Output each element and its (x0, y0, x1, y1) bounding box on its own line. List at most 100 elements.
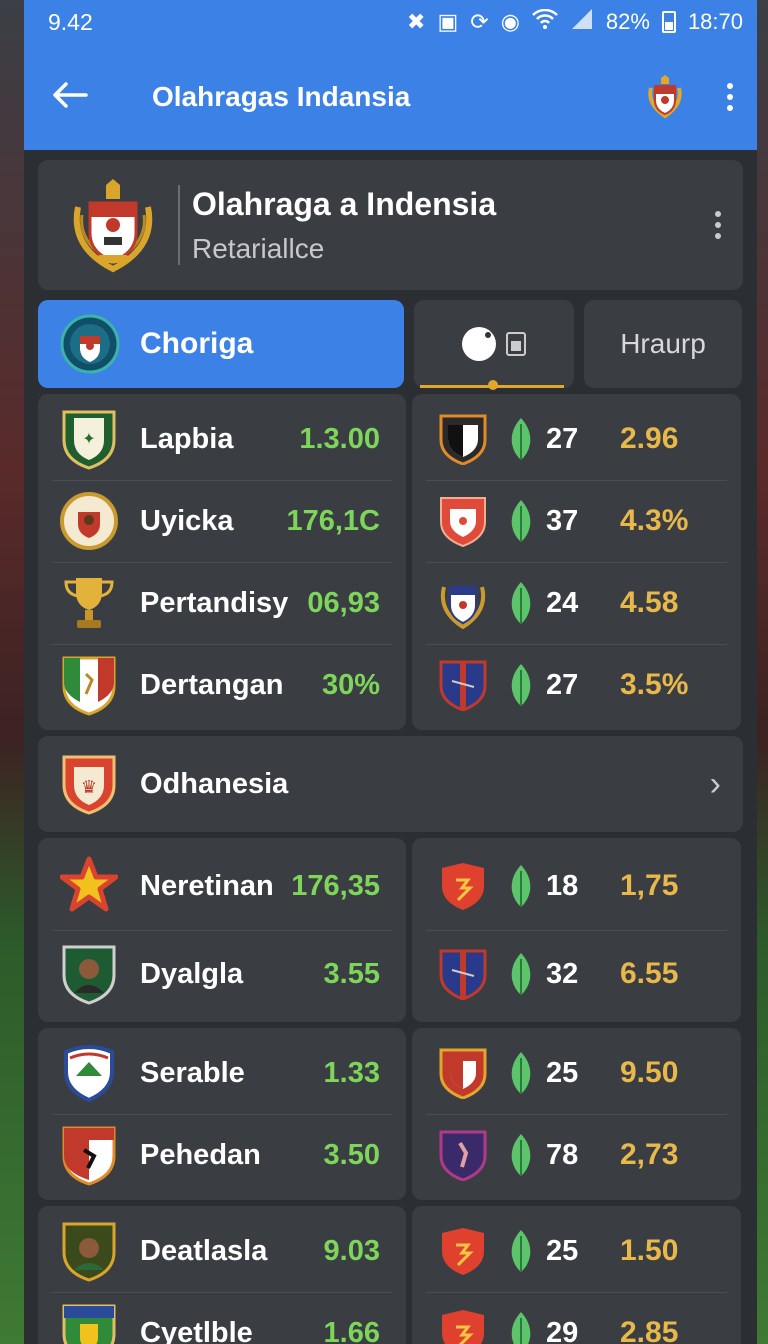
stadium-background-left (0, 0, 26, 1344)
team-name: Neretinan (140, 869, 274, 902)
shield-crest-icon (64, 1045, 114, 1103)
team-value: 1.33 (323, 1056, 380, 1089)
match-group-4: Deatlasla 9.03 Cyetlble 1.66 25 1.50 29 … (38, 1206, 743, 1344)
league-subtitle: Retariallce (192, 232, 325, 264)
team-row[interactable]: Pertandisy 06,93 (38, 562, 406, 644)
league-title: Olahraga a Indensia (192, 185, 497, 222)
team-row[interactable]: Pehedan 3.50 (38, 1114, 406, 1196)
match-group-2: Neretinan 176,35 Dyalgla 3.55 18 1,75 32… (38, 838, 743, 1022)
team-row[interactable]: Uyicka 176,1C (38, 480, 406, 562)
odds-row[interactable]: 27 2.96 (412, 398, 741, 480)
odds-row[interactable]: 78 2,73 (412, 1114, 741, 1196)
shield-crest-icon (442, 1228, 484, 1275)
odds-row[interactable]: 27 3.5% (412, 644, 741, 726)
odds-list-1: 27 2.96 37 4.3% 24 4.58 27 3.5% (412, 394, 741, 730)
section-odhanesia[interactable]: ♛ Odhanesia › (38, 736, 743, 832)
team-name: Uyicka (140, 504, 234, 537)
odds-value: 4.58 (620, 586, 679, 619)
odds-list-2: 18 1,75 32 6.55 (412, 838, 741, 1022)
leaf-icon (511, 1312, 531, 1344)
odds-value: 2.85 (620, 1316, 679, 1344)
odds-row[interactable]: 25 1.50 (412, 1210, 741, 1292)
more-options-icon[interactable] (727, 83, 733, 111)
trophy-icon (64, 578, 114, 628)
chevron-right-icon[interactable]: › (710, 765, 721, 804)
team-value: 1.3.00 (299, 422, 380, 455)
tab-indicator-dot (488, 380, 498, 390)
odds-value: 2.96 (620, 422, 679, 455)
match-count: 27 (546, 668, 579, 701)
shield-crest-icon (439, 949, 487, 1000)
match-count: 27 (546, 422, 579, 455)
team-row[interactable]: ✦ Lapbia 1.3.00 (38, 398, 406, 480)
shield-crest-icon (442, 1310, 484, 1344)
odds-value: 1.50 (620, 1234, 679, 1267)
battery-stat-icon (506, 332, 526, 356)
team-row[interactable]: Serable 1.33 (38, 1032, 406, 1114)
shield-crest-icon (439, 414, 487, 465)
team-row[interactable]: Neretinan 176,35 (38, 842, 406, 930)
svg-text:♛: ♛ (81, 777, 97, 798)
match-group-3: Serable 1.33 Pehedan 3.50 25 9.50 78 2,7… (38, 1028, 743, 1200)
location-icon: ◉ (500, 9, 520, 34)
tab-hraurp-label: Hraurp (620, 328, 706, 359)
svg-text:✦: ✦ (82, 429, 95, 448)
odds-list-3: 25 9.50 78 2,73 (412, 1028, 741, 1200)
match-count: 25 (546, 1056, 579, 1089)
league-crest-icon (73, 179, 153, 273)
match-count: 32 (546, 957, 579, 990)
tab-toggle[interactable] (414, 300, 574, 390)
odds-row[interactable]: 29 2.85 (412, 1292, 741, 1344)
team-value: 176,1C (286, 504, 380, 537)
signal-icon (570, 9, 594, 35)
leaf-icon (511, 953, 531, 995)
odds-row[interactable]: 25 9.50 (412, 1032, 741, 1114)
leaf-icon (511, 500, 531, 542)
shield-crest-icon (62, 656, 116, 716)
odds-row[interactable]: 24 4.58 (412, 562, 741, 644)
match-count: 37 (546, 504, 579, 537)
team-name: Pehedan (140, 1138, 261, 1171)
team-name: Dertangan (140, 668, 284, 701)
odds-row[interactable]: 37 4.3% (412, 480, 741, 562)
tab-bar: Choriga Hraurp (38, 300, 743, 390)
team-name: Serable (140, 1056, 245, 1089)
shield-crest-icon (439, 1048, 487, 1099)
tab-choriga[interactable]: Choriga (38, 300, 404, 388)
match-count: 24 (546, 586, 579, 619)
shield-crest-icon: ♛ (62, 755, 116, 815)
battery-percent: 82% (605, 9, 650, 34)
team-value: 30% (321, 668, 380, 701)
odds-value: 6.55 (620, 957, 679, 990)
team-value: 176,35 (291, 869, 380, 902)
team-list-3: Serable 1.33 Pehedan 3.50 (38, 1028, 406, 1200)
battery-icon (661, 11, 676, 33)
odds-row[interactable]: 32 6.55 (412, 930, 741, 1018)
odds-list-4: 25 1.50 29 2.85 (412, 1206, 741, 1344)
team-row[interactable]: Dyalgla 3.55 (38, 930, 406, 1018)
odds-row[interactable]: 18 1,75 (412, 842, 741, 930)
match-count: 25 (546, 1234, 579, 1267)
app-bar: Olahragas Indansia (24, 44, 757, 150)
tab-choriga-label: Choriga (140, 327, 254, 360)
odds-value: 9.50 (620, 1056, 679, 1089)
team-row[interactable]: Deatlasla 9.03 (38, 1210, 406, 1292)
team-name: Dyalgla (140, 957, 244, 990)
back-arrow-icon[interactable] (52, 76, 122, 119)
leaf-icon (511, 1052, 531, 1094)
shield-crest-icon (440, 497, 486, 547)
nfc-icon: ✖ (407, 9, 426, 34)
tab-hraurp[interactable]: Hraurp (584, 300, 742, 388)
team-row[interactable]: Cyetlble 1.66 (38, 1292, 406, 1344)
wifi-icon (532, 8, 558, 35)
player-crest-icon (62, 1222, 116, 1282)
team-name: Deatlasla (140, 1234, 268, 1267)
team-list-2: Neretinan 176,35 Dyalgla 3.55 (38, 838, 406, 1022)
player-crest-icon (62, 945, 116, 1005)
league-header-card: Olahraga a Indensia Retariallce (38, 160, 743, 290)
team-list-1: ✦ Lapbia 1.3.00 Uyicka 176,1C Pertandisy… (38, 394, 406, 730)
team-row[interactable]: Dertangan 30% (38, 644, 406, 726)
header-more-icon[interactable] (715, 211, 721, 239)
federation-crest-icon[interactable] (643, 74, 687, 120)
shield-crest-icon (62, 1126, 116, 1186)
